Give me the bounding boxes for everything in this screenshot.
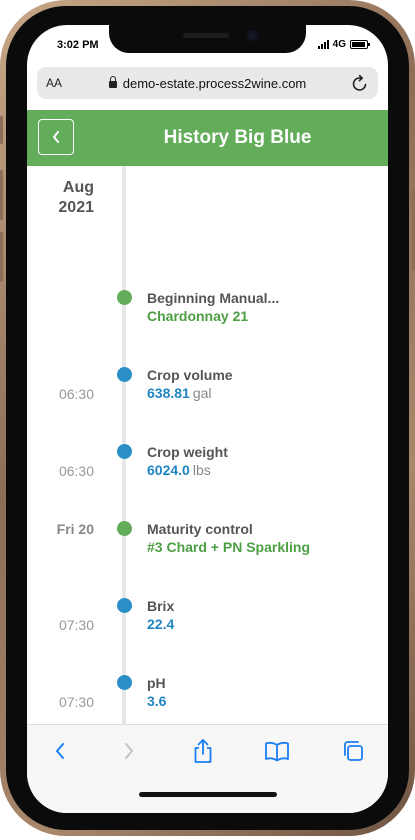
app-header: History Big Blue xyxy=(27,110,388,166)
lock-icon xyxy=(108,76,117,88)
share-icon xyxy=(194,739,212,763)
front-camera xyxy=(247,30,258,41)
entry-title: pH xyxy=(147,675,166,691)
bookmarks-icon xyxy=(265,741,289,762)
network-label: 4G xyxy=(332,39,346,50)
entry-value: 6024.0 xyxy=(147,462,190,478)
entry-title: Crop volume xyxy=(147,367,233,383)
entry-unit: gal xyxy=(192,385,212,401)
entry-value: 3.6 xyxy=(147,693,167,709)
side-button xyxy=(0,116,3,144)
timeline-entry[interactable]: Crop weight 6024.0 lbs 06:30 xyxy=(27,438,388,488)
tabs-icon xyxy=(344,741,363,761)
entry-value: Chardonnay 21 xyxy=(147,308,249,324)
month-label: Aug 2021 xyxy=(27,178,94,218)
volume-up-button xyxy=(0,170,3,220)
entry-value: 22.4 xyxy=(147,616,175,632)
entry-value-line: 638.81 gal xyxy=(147,385,212,401)
status-time: 3:02 PM xyxy=(57,39,99,51)
entry-value-line: 6024.0 lbs xyxy=(147,462,211,478)
url-display: demo-estate.process2wine.com xyxy=(37,67,378,99)
timeline-entry[interactable]: Brix 22.4 07:30 xyxy=(27,592,388,642)
reload-icon[interactable] xyxy=(351,73,369,93)
timeline-entry[interactable]: pH 3.6 07:30 xyxy=(27,669,388,719)
timeline-dot xyxy=(117,444,132,459)
entry-value: #3 Chard + PN Sparkling xyxy=(147,539,310,555)
entry-unit: lbs xyxy=(192,462,211,478)
arrow-back-icon xyxy=(56,743,64,759)
browser-toolbar xyxy=(27,724,388,813)
timeline-entry[interactable]: Beginning Manual... Chardonnay 21 xyxy=(27,284,388,334)
nav-back-button[interactable] xyxy=(46,737,74,765)
chevron-left-icon xyxy=(53,131,59,143)
entry-title: Beginning Manual... xyxy=(147,290,280,306)
year-name: 2021 xyxy=(58,199,94,216)
page-title: History Big Blue xyxy=(163,127,312,148)
entry-time: 07:30 xyxy=(58,694,94,710)
entry-title: Brix xyxy=(147,598,175,614)
volume-down-button xyxy=(0,232,3,282)
timeline-dot xyxy=(117,290,132,305)
earpiece-speaker xyxy=(183,33,229,38)
battery-icon xyxy=(350,40,370,49)
month-name: Aug xyxy=(62,179,94,196)
timeline-entry[interactable]: Maturity control #3 Chard + PN Sparkling… xyxy=(27,515,388,565)
address-bar[interactable]: AA demo-estate.process2wine.com xyxy=(37,67,378,99)
home-indicator[interactable] xyxy=(139,792,277,797)
status-indicators: 4G xyxy=(317,39,370,50)
entry-time: 07:30 xyxy=(58,617,94,633)
timeline-dot xyxy=(117,675,132,690)
notch xyxy=(109,25,306,53)
timeline-dot xyxy=(117,598,132,613)
timeline-dot xyxy=(117,367,132,382)
tabs-button[interactable] xyxy=(339,737,367,765)
share-button[interactable] xyxy=(189,737,217,765)
history-timeline[interactable]: Aug 2021 Beginning Manual... Chardonnay … xyxy=(27,166,388,724)
entry-time: 06:30 xyxy=(58,463,94,479)
timeline-dot xyxy=(117,521,132,536)
phone-screen: 3:02 PM 4G AA demo-estate.process2wine.c… xyxy=(27,25,388,813)
entry-date: Fri 20 xyxy=(56,521,94,537)
signal-icon xyxy=(317,40,329,49)
entry-title: Maturity control xyxy=(147,521,253,537)
url-text: demo-estate.process2wine.com xyxy=(122,75,307,91)
back-button[interactable] xyxy=(38,119,74,155)
timeline-entry[interactable]: Crop volume 638.81 gal 06:30 xyxy=(27,361,388,411)
entry-time: 06:30 xyxy=(58,386,94,402)
bookmarks-button[interactable] xyxy=(263,737,291,765)
entry-title: Crop weight xyxy=(147,444,228,460)
text-size-button[interactable]: AA xyxy=(46,76,62,90)
nav-forward-button[interactable] xyxy=(115,737,143,765)
entry-value: 638.81 xyxy=(147,385,190,401)
arrow-forward-icon xyxy=(125,743,133,759)
